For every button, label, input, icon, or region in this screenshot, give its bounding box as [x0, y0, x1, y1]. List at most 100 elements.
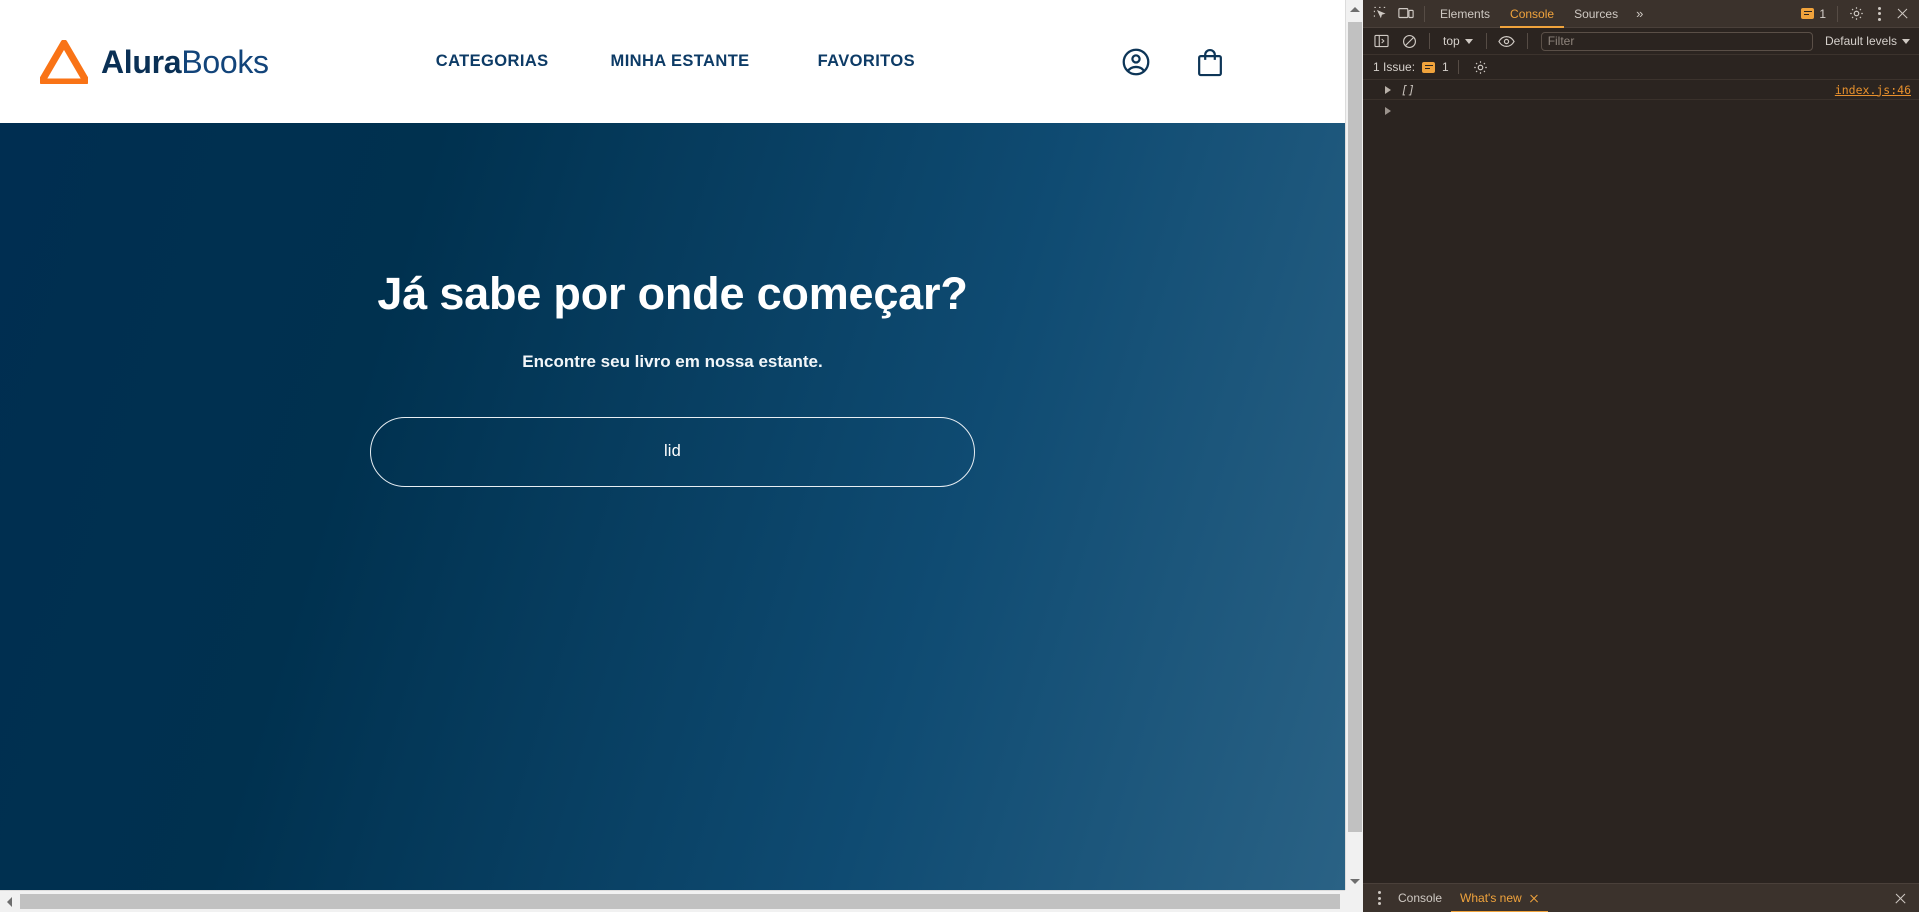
console-log-levels-selector[interactable]: Default levels [1821, 32, 1914, 50]
main-navigation: CATEGORIAS MINHA ESTANTE FAVORITOS [436, 44, 915, 79]
device-toolbar-button[interactable] [1393, 1, 1419, 27]
chevron-down-icon [1464, 38, 1473, 44]
live-expression-eye-icon [1498, 35, 1515, 47]
toolbar-divider [1526, 33, 1528, 49]
shopping-bag-button[interactable] [1193, 45, 1227, 79]
shopping-bag-icon [1198, 48, 1222, 76]
drawer-tab-whats-new[interactable]: What's new [1451, 884, 1548, 912]
issue-message-icon [1801, 8, 1815, 19]
scroll-left-arrow-icon [6, 896, 12, 907]
drawer-close-button[interactable] [1887, 885, 1913, 911]
toolbar-divider [1457, 60, 1459, 74]
console-message-source-link[interactable]: index.js:46 [1835, 83, 1911, 97]
toolbar-divider [1429, 33, 1430, 49]
drawer-tab-close-icon[interactable] [1529, 893, 1539, 903]
scroll-up-arrow-button[interactable] [1346, 0, 1363, 18]
horizontal-scrollbar-thumb[interactable] [20, 894, 1340, 909]
console-log-levels-value: Default levels [1824, 34, 1897, 48]
issues-settings-button[interactable] [1468, 54, 1494, 80]
hero-cta-button[interactable]: lid [370, 416, 975, 487]
console-input-prompt[interactable] [1363, 100, 1919, 121]
console-sidebar-icon [1373, 34, 1389, 48]
console-toolbar: top Default levels [1363, 28, 1919, 55]
console-filter-input[interactable] [1540, 31, 1813, 51]
toolbar-divider [1424, 5, 1425, 22]
kebab-dot [1877, 6, 1881, 10]
page-vertical-scrollbar[interactable] [1345, 0, 1363, 890]
close-icon [1896, 7, 1909, 20]
hero-inner: Já sabe por onde começar? Encontre seu l… [0, 123, 1345, 487]
clear-console-icon [1402, 34, 1416, 48]
close-icon [1894, 892, 1907, 905]
brand-name-primary: Alura [101, 43, 182, 80]
brand-logo-link[interactable]: AluraBooks [40, 39, 269, 84]
issue-message-icon [1422, 61, 1436, 73]
devtools-tab-sources[interactable]: Sources [1564, 0, 1628, 28]
devtools-tabbar: Elements Console Sources » 1 [1363, 0, 1919, 28]
kebab-dot [1377, 896, 1381, 900]
prompt-caret-icon [1385, 106, 1391, 115]
devtools-drawer-tabbar: Console What's new [1363, 883, 1919, 912]
console-message-value: [] [1401, 82, 1415, 97]
browser-page-viewport: AluraBooks CATEGORIAS MINHA ESTANTE FAVO… [0, 0, 1363, 912]
drawer-tab-whats-new-label: What's new [1460, 891, 1522, 905]
drawer-more-options-button[interactable] [1369, 886, 1389, 910]
scrollbar-corner [1345, 890, 1363, 912]
site-header: AluraBooks CATEGORIAS MINHA ESTANTE FAVO… [0, 0, 1345, 123]
nav-item-categorias[interactable]: CATEGORIAS [436, 44, 549, 79]
nav-item-minha-estante[interactable]: MINHA ESTANTE [611, 44, 750, 79]
drawer-tab-console[interactable]: Console [1389, 884, 1451, 912]
devtools-tab-elements[interactable]: Elements [1430, 0, 1500, 28]
console-message-row[interactable]: [] index.js:46 [1363, 80, 1919, 100]
inspect-element-icon [1373, 6, 1387, 19]
device-toolbar-icon [1398, 8, 1414, 19]
console-issues-bar: 1 Issue: 1 [1363, 55, 1919, 80]
issues-label[interactable]: 1 Issue: [1373, 60, 1415, 74]
toolbar-divider [1485, 33, 1487, 49]
drawer-tab-console-label: Console [1398, 891, 1443, 905]
user-account-button[interactable] [1119, 45, 1153, 79]
drawer-right-actions [1887, 885, 1913, 911]
inspect-element-button[interactable] [1367, 1, 1393, 27]
console-sidebar-toggle-button[interactable] [1368, 28, 1394, 54]
scroll-down-arrow-button[interactable] [1346, 872, 1363, 890]
devtools-settings-button[interactable] [1843, 1, 1869, 27]
devtools-close-button[interactable] [1889, 1, 1915, 27]
devtools-tabbar-right: 1 [1795, 1, 1919, 27]
brand-name-secondary: Books [181, 43, 269, 80]
hero-subtitle: Encontre seu livro em nossa estante. [522, 351, 823, 371]
console-context-value: top [1443, 34, 1460, 48]
page-content: AluraBooks CATEGORIAS MINHA ESTANTE FAVO… [0, 0, 1345, 890]
gear-icon [1849, 7, 1863, 20]
alura-triangle-logo-icon [40, 39, 88, 84]
issues-count: 1 [1442, 60, 1449, 74]
expand-arrow-icon[interactable] [1385, 85, 1391, 94]
hero-title: Já sabe por onde começar? [377, 268, 968, 319]
vertical-scrollbar-thumb[interactable] [1348, 22, 1362, 832]
tabbar-issues-button[interactable]: 1 [1795, 7, 1832, 21]
kebab-dot [1877, 17, 1881, 21]
tabbar-issue-count: 1 [1819, 6, 1826, 21]
live-expression-button[interactable] [1494, 28, 1520, 54]
devtools-panel: Elements Console Sources » 1 top Filter … [1363, 0, 1919, 912]
devtools-more-tabs-button[interactable]: » [1628, 0, 1651, 28]
hero-section: Já sabe por onde começar? Encontre seu l… [0, 123, 1345, 890]
console-message-list: [] index.js:46 [1363, 80, 1919, 883]
toolbar-divider [1837, 5, 1838, 22]
screen-root: AluraBooks CATEGORIAS MINHA ESTANTE FAVO… [0, 0, 1919, 912]
devtools-tab-console[interactable]: Console [1500, 0, 1565, 28]
scroll-left-arrow-button[interactable] [0, 891, 18, 912]
kebab-dot [1877, 12, 1881, 15]
console-context-selector[interactable]: top [1437, 32, 1479, 50]
user-account-icon [1122, 48, 1150, 75]
brand-name: AluraBooks [101, 46, 269, 78]
header-actions [1119, 45, 1227, 79]
kebab-dot [1377, 891, 1381, 894]
clear-console-button[interactable] [1396, 28, 1422, 54]
devtools-more-options-button[interactable] [1869, 2, 1889, 26]
nav-item-favoritos[interactable]: FAVORITOS [818, 44, 915, 79]
kebab-dot [1377, 902, 1381, 905]
scroll-down-arrow-icon [1350, 878, 1360, 884]
chevron-down-icon [1902, 38, 1910, 44]
page-horizontal-scrollbar[interactable] [0, 890, 1363, 912]
